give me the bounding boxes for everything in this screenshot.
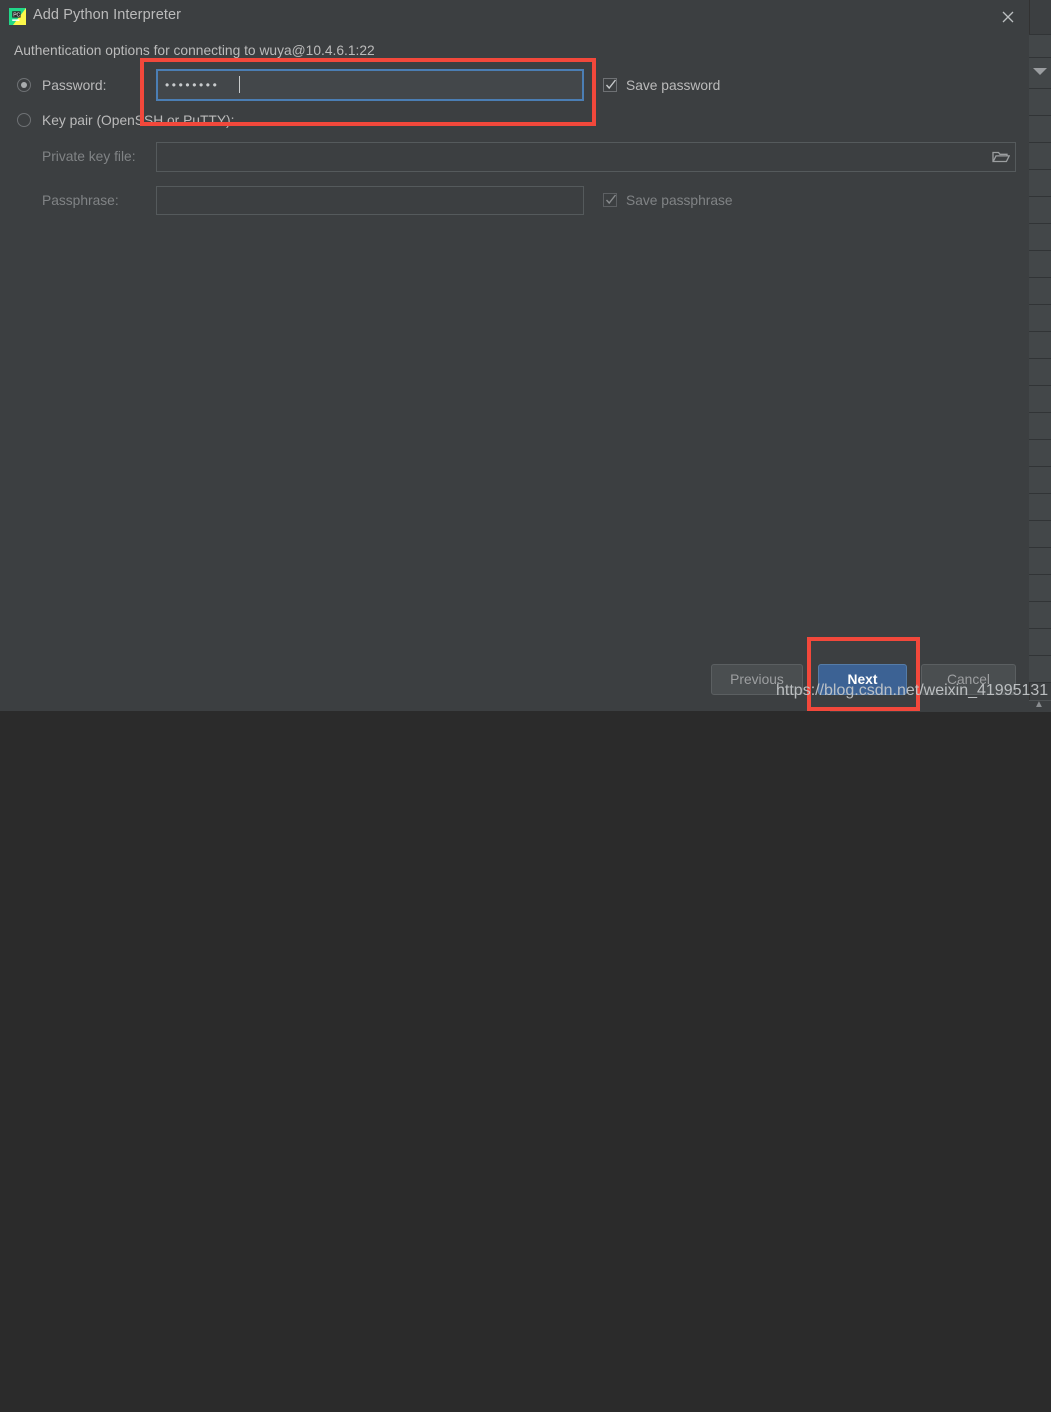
radio-key-pair[interactable] [17, 113, 31, 127]
check-icon [605, 78, 617, 92]
background-panel-row [1029, 196, 1051, 224]
svg-text:PC: PC [13, 12, 20, 18]
cancel-button[interactable]: Cancel [921, 664, 1016, 695]
background-panel-row [1029, 115, 1051, 143]
background-panel-row [1029, 250, 1051, 278]
folder-icon[interactable] [992, 150, 1010, 165]
label-private-key-file: Private key file: [42, 149, 136, 164]
chevron-down-icon[interactable] [1033, 68, 1047, 75]
background-panel-row [1029, 547, 1051, 575]
label-key-pair: Key pair (OpenSSH or PuTTY): [42, 113, 234, 128]
background-panel-row [1029, 223, 1051, 251]
background-panel-row [1029, 412, 1051, 440]
password-input[interactable]: •••••••• [156, 69, 584, 101]
label-passphrase: Passphrase: [42, 193, 119, 208]
background-panel-row [1029, 520, 1051, 548]
radio-password[interactable] [17, 78, 31, 92]
background-panel-row [1029, 439, 1051, 467]
next-button[interactable]: Next [818, 664, 907, 695]
private-key-file-input[interactable] [156, 142, 1016, 172]
dialog-titlebar: PC Add Python Interpreter [0, 0, 1029, 33]
warning-icon: ▲ [1034, 699, 1044, 710]
background-panel-row [1029, 655, 1051, 683]
passphrase-input[interactable] [156, 186, 584, 215]
background-panel-row [1029, 601, 1051, 629]
checkbox-save-password[interactable] [603, 78, 617, 92]
background-panel-row [1029, 169, 1051, 197]
password-input-value: •••••••• [165, 79, 219, 91]
background-panel-row [1029, 358, 1051, 386]
label-save-passphrase: Save passphrase [626, 193, 733, 208]
background-panel-row [1029, 88, 1051, 116]
background-panel-row [1029, 34, 1051, 58]
checkbox-save-passphrase [603, 193, 617, 207]
pycharm-logo-icon: PC [9, 8, 26, 25]
label-save-password: Save password [626, 78, 720, 93]
close-icon[interactable] [997, 6, 1019, 28]
background-panel-row [1029, 277, 1051, 305]
background-panel-row [1029, 628, 1051, 656]
background-panel-row [1029, 304, 1051, 332]
background-panel-row [1029, 493, 1051, 521]
previous-button[interactable]: Previous [711, 664, 803, 695]
background-panel-row [1029, 466, 1051, 494]
background-panel-row [1029, 142, 1051, 170]
background-panel-row [1029, 574, 1051, 602]
dialog-title: Add Python Interpreter [33, 7, 181, 23]
label-password: Password: [42, 78, 106, 93]
text-caret [239, 76, 240, 93]
add-python-interpreter-dialog: PC Add Python Interpreter Authentication… [0, 0, 1029, 711]
background-panel-row [1029, 385, 1051, 413]
auth-subtitle: Authentication options for connecting to… [14, 43, 375, 58]
check-icon [605, 193, 617, 207]
background-panel-row [1029, 331, 1051, 359]
